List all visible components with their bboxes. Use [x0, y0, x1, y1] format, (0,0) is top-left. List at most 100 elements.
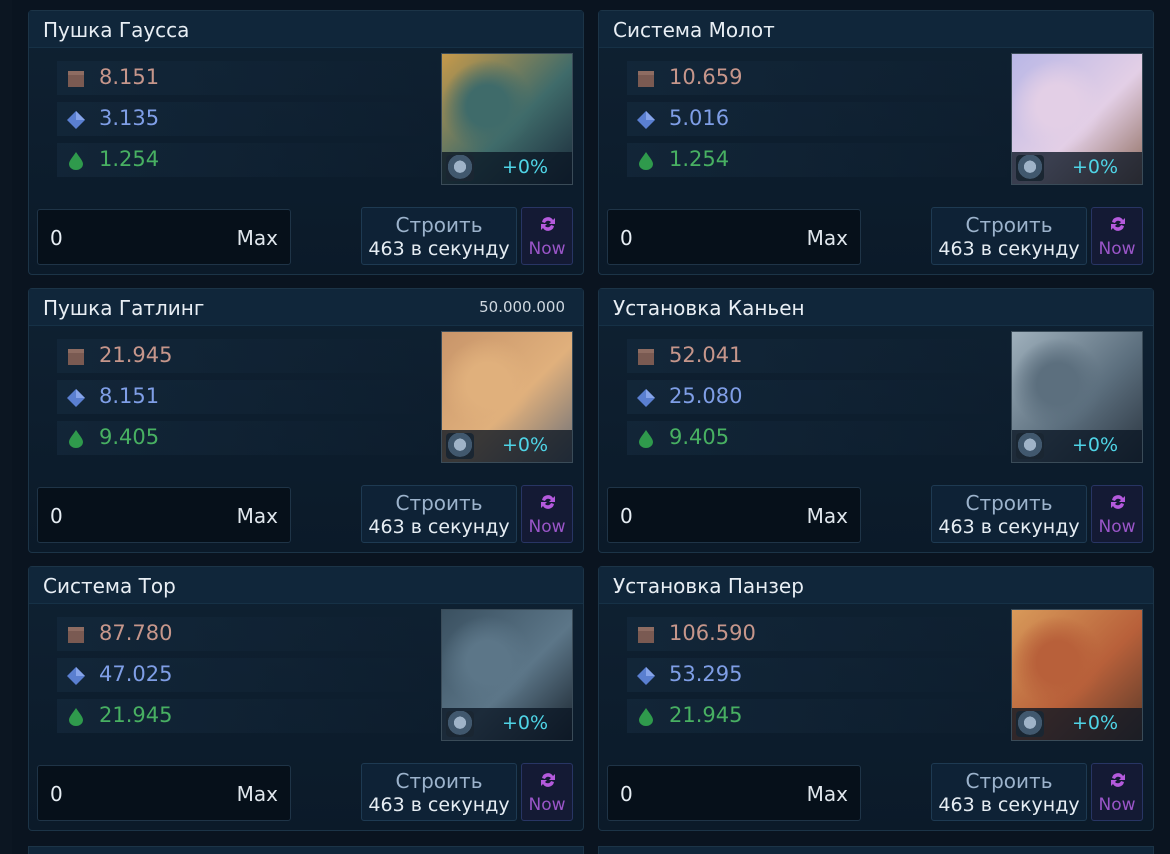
quantity-value[interactable]: 0	[620, 504, 633, 528]
metal-cost: 87.780	[99, 621, 173, 645]
crystal-icon	[637, 111, 655, 129]
build-button[interactable]: Строить 463 в секунду	[931, 763, 1087, 821]
thumbnail-bonus-bar: +0%	[442, 708, 572, 740]
now-button[interactable]: Now	[1091, 763, 1143, 821]
quantity-input[interactable]: 0 Max	[607, 765, 861, 821]
deuterium-cost-row: 9.405	[627, 421, 1007, 455]
card-title: Установка Каньен	[613, 296, 805, 320]
crystal-icon	[67, 111, 85, 129]
unit-thumbnail[interactable]: +0%	[441, 331, 573, 463]
build-label: Строить	[395, 769, 483, 793]
build-button[interactable]: Строить 463 в секунду	[361, 485, 517, 543]
thumbnail-bonus-bar: +0%	[1012, 152, 1142, 184]
quantity-input[interactable]: 0 Max	[37, 765, 291, 821]
crystal-cost: 5.016	[669, 106, 730, 130]
crystal-icon	[637, 667, 655, 685]
deuterium-icon	[69, 152, 83, 170]
metal-cost-row: 8.151	[57, 61, 437, 95]
quantity-value[interactable]: 0	[620, 782, 633, 806]
refresh-icon	[541, 495, 555, 509]
crystal-cost: 47.025	[99, 662, 173, 686]
crystal-cost-row: 53.295	[627, 658, 1007, 692]
unit-thumbnail[interactable]: +0%	[441, 609, 573, 741]
defense-card: Установка Каньен 52.041 25.080 9.405 +0%…	[598, 288, 1154, 553]
crystal-cost-row: 47.025	[57, 658, 437, 692]
quantity-value[interactable]: 0	[620, 226, 633, 250]
crystal-cost-row: 25.080	[627, 380, 1007, 414]
metal-icon	[638, 71, 654, 87]
max-button[interactable]: Max	[237, 504, 278, 528]
deuterium-icon	[69, 430, 83, 448]
deuterium-icon	[639, 430, 653, 448]
bonus-percent: +0%	[502, 712, 549, 734]
bonus-percent: +0%	[502, 434, 549, 456]
build-button[interactable]: Строить 463 в секунду	[361, 763, 517, 821]
deuterium-cost-row: 1.254	[57, 143, 437, 177]
unit-thumbnail[interactable]: +0%	[441, 53, 573, 185]
quantity-input[interactable]: 0 Max	[37, 209, 291, 265]
defense-icon	[446, 155, 474, 181]
max-button[interactable]: Max	[807, 504, 848, 528]
now-button[interactable]: Now	[1091, 207, 1143, 265]
max-button[interactable]: Max	[237, 226, 278, 250]
metal-cost-row: 52.041	[627, 339, 1007, 373]
build-label: Строить	[395, 213, 483, 237]
refresh-icon	[1111, 773, 1125, 787]
crystal-cost: 8.151	[99, 384, 160, 408]
now-button[interactable]: Now	[521, 763, 573, 821]
crystal-icon	[67, 667, 85, 685]
left-scroll-strip	[0, 0, 12, 854]
card-extra-value: 50.000.000	[479, 298, 565, 316]
max-button[interactable]: Max	[807, 226, 848, 250]
crystal-cost: 53.295	[669, 662, 743, 686]
thumbnail-bonus-bar: +0%	[1012, 430, 1142, 462]
bonus-percent: +0%	[502, 156, 549, 178]
now-button[interactable]: Now	[1091, 485, 1143, 543]
unit-thumbnail[interactable]: +0%	[1011, 331, 1143, 463]
crystal-icon	[637, 389, 655, 407]
card-header: Система Тор	[29, 567, 583, 604]
now-button[interactable]: Now	[521, 207, 573, 265]
max-button[interactable]: Max	[807, 782, 848, 806]
quantity-value[interactable]: 0	[50, 782, 63, 806]
build-rate: 463 в секунду	[368, 794, 510, 816]
refresh-icon	[541, 217, 555, 231]
defense-icon	[446, 433, 474, 459]
card-title: Пушка Гаусса	[43, 18, 190, 42]
deuterium-cost: 1.254	[669, 147, 730, 171]
build-button[interactable]: Строить 463 в секунду	[931, 207, 1087, 265]
max-button[interactable]: Max	[237, 782, 278, 806]
unit-thumbnail[interactable]: +0%	[1011, 609, 1143, 741]
metal-cost: 8.151	[99, 65, 160, 89]
deuterium-cost-row: 9.405	[57, 421, 437, 455]
metal-icon	[68, 627, 84, 643]
defense-card: Установка Панзер 106.590 53.295 21.945 +…	[598, 566, 1154, 831]
next-card-stub	[28, 846, 584, 854]
quantity-value[interactable]: 0	[50, 226, 63, 250]
unit-thumbnail[interactable]: +0%	[1011, 53, 1143, 185]
quantity-input[interactable]: 0 Max	[607, 487, 861, 543]
card-title: Система Молот	[613, 18, 775, 42]
deuterium-icon	[639, 708, 653, 726]
deuterium-cost: 9.405	[99, 425, 160, 449]
now-button[interactable]: Now	[521, 485, 573, 543]
card-title: Система Тор	[43, 574, 176, 598]
crystal-cost-row: 3.135	[57, 102, 437, 136]
build-button[interactable]: Строить 463 в секунду	[931, 485, 1087, 543]
deuterium-cost-row: 1.254	[627, 143, 1007, 177]
build-button[interactable]: Строить 463 в секунду	[361, 207, 517, 265]
card-header: Установка Панзер	[599, 567, 1153, 604]
quantity-input[interactable]: 0 Max	[37, 487, 291, 543]
quantity-value[interactable]: 0	[50, 504, 63, 528]
deuterium-cost: 1.254	[99, 147, 160, 171]
build-rate: 463 в секунду	[938, 516, 1080, 538]
now-label: Now	[1098, 239, 1136, 259]
card-header: Пушка Гаусса	[29, 11, 583, 48]
build-rate: 463 в секунду	[368, 516, 510, 538]
card-header: Установка Каньен	[599, 289, 1153, 326]
quantity-input[interactable]: 0 Max	[607, 209, 861, 265]
build-label: Строить	[965, 491, 1053, 515]
metal-icon	[68, 71, 84, 87]
metal-cost: 106.590	[669, 621, 756, 645]
defense-card: Система Тор 87.780 47.025 21.945 +0% 0 M…	[28, 566, 584, 831]
